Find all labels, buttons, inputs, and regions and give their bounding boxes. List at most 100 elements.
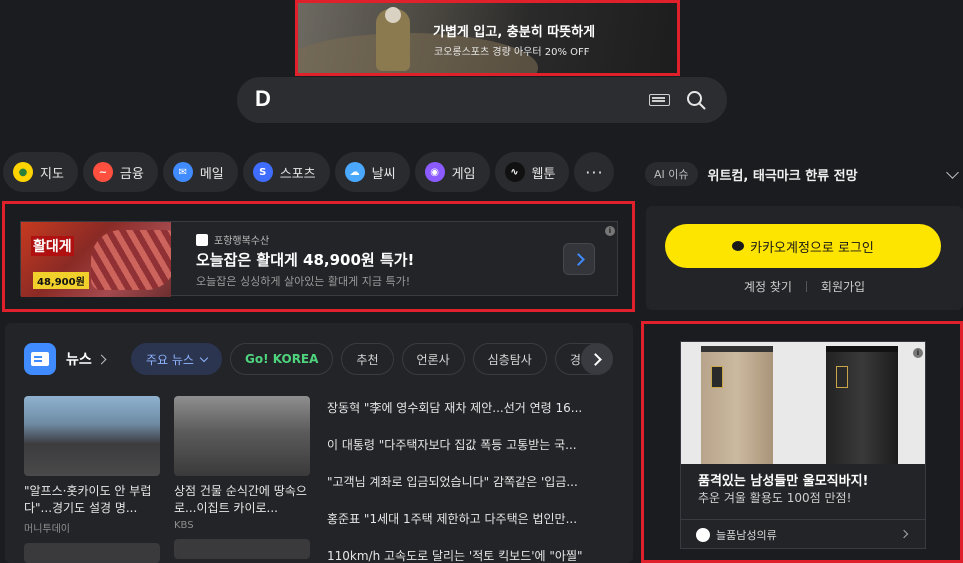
news-section: 뉴스 주요 뉴스 Go! KOREA 추천 언론사 심층탐사 경제 "알프스·홋… xyxy=(5,323,633,563)
chevron-down-icon[interactable] xyxy=(946,166,959,179)
news-headline[interactable]: 110km/h 고속도로 달리는 '적토 킥보드'에 "아찔" xyxy=(327,546,617,563)
ad-banner-content[interactable]: 활대게 48,900원 포항행복수산 오늘잡은 활대게 48,900원 특가! … xyxy=(20,221,618,297)
shortcut-webtoon[interactable]: ∿ 웹툰 xyxy=(494,152,570,192)
tab-label: 주요 뉴스 xyxy=(146,352,194,367)
news-icon xyxy=(24,343,56,375)
ai-issue-text[interactable]: 위트컴, 태극마크 한류 전망 xyxy=(708,165,858,184)
signup-link[interactable]: 회원가입 xyxy=(821,278,865,295)
ai-issue-badge: AI 이슈 xyxy=(645,162,698,186)
brand-logo-icon xyxy=(196,233,208,246)
ad-pants-image: i xyxy=(681,342,925,464)
news-headline[interactable]: "고객님 계좌로 입금되었습니다" 감쪽같은 '입금... xyxy=(327,472,617,509)
news-thumbnail xyxy=(174,396,310,476)
news-card-source: KBS xyxy=(174,520,194,531)
news-headline[interactable]: 이 대통령 "다주택자보다 집값 폭등 고통받는 국... xyxy=(327,435,617,472)
news-tabs-next-button[interactable] xyxy=(581,343,613,375)
news-headline[interactable]: 장동혁 "李에 영수회담 재차 제안...선거 연령 16... xyxy=(327,398,617,435)
tab-go-korea[interactable]: Go! KOREA xyxy=(229,343,334,375)
search-bar: D xyxy=(237,77,727,123)
shortcut-label: 메일 xyxy=(199,166,224,182)
tab-press[interactable]: 언론사 xyxy=(401,343,465,375)
ad-info-icon[interactable]: i xyxy=(605,226,615,236)
ad-side-subtitle: 추운 겨울 활용도 100점 만점! xyxy=(698,491,852,505)
shortcut-finance[interactable]: ~ 금융 xyxy=(82,152,158,192)
news-card[interactable]: "알프스·홋카이도 안 부럽다"...경기도 설경 명... 머니투데이 xyxy=(24,396,160,563)
tab-indepth[interactable]: 심층탐사 xyxy=(472,343,547,375)
kakao-login-label: 카카오계정으로 로그인 xyxy=(750,240,874,256)
news-thumbnail xyxy=(24,396,160,476)
price-tag-illustration xyxy=(711,366,723,388)
news-headline[interactable]: 홍준표 "1세대 1주택 제한하고 다주택은 법인만... xyxy=(327,509,617,546)
ad-side-title: 품격있는 남성들만 울모직바지! xyxy=(698,474,869,489)
find-account-link[interactable]: 계정 찾기 xyxy=(744,278,792,295)
ad-side-pants: i 품격있는 남성들만 울모직바지! 추운 겨울 활용도 100점 만점! 늘품… xyxy=(641,321,963,563)
ad-image-label: 활대게 xyxy=(31,236,74,256)
login-panel: 카카오계정으로 로그인 계정 찾기 회원가입 xyxy=(646,206,963,310)
more-shortcuts-button[interactable]: ··· xyxy=(574,152,615,192)
ad-title: 오늘잡은 활대게 48,900원 특가! xyxy=(196,251,415,269)
chevron-right-icon xyxy=(96,354,107,364)
shortcut-game[interactable]: ◉ 게임 xyxy=(414,152,490,192)
shortcut-weather[interactable]: ☁ 날씨 xyxy=(334,152,410,192)
ad-side-brand: 늘품남성의류 xyxy=(716,528,777,542)
chevron-right-icon xyxy=(899,529,909,539)
kakao-login-button[interactable]: 카카오계정으로 로그인 xyxy=(665,224,941,268)
news-tabs: 주요 뉴스 Go! KOREA 추천 언론사 심층탐사 경제 xyxy=(131,343,607,375)
top-banner-ad[interactable]: 가볍게 입고, 충분히 따뜻하게 코오롱스포츠 경량 아우터 20% OFF xyxy=(295,0,680,76)
ad-crab-image: 활대게 48,900원 xyxy=(21,222,171,297)
chevron-down-icon xyxy=(199,353,209,362)
shortcut-sports[interactable]: S 스포츠 xyxy=(242,152,330,192)
brand-logo-icon xyxy=(696,527,710,542)
divider xyxy=(805,281,807,292)
shortcut-mail[interactable]: ✉ 메일 xyxy=(162,152,238,192)
ad-subtitle: 오늘잡은 싱싱하게 살아있는 활대게 지금 특가! xyxy=(196,275,411,288)
tab-recommend[interactable]: 추천 xyxy=(341,343,394,375)
search-input[interactable] xyxy=(287,87,627,113)
news-label: 뉴스 xyxy=(66,352,92,368)
daum-logo[interactable]: D xyxy=(255,86,271,112)
login-links: 계정 찾기 회원가입 xyxy=(646,278,963,295)
news-thumbnail xyxy=(174,539,310,559)
ad-side-content[interactable]: i 품격있는 남성들만 울모직바지! 추운 겨울 활용도 100점 만점! 늘품… xyxy=(680,341,926,549)
game-icon: ◉ xyxy=(424,162,445,182)
finance-chart-icon: ~ xyxy=(92,162,113,182)
ad-go-button[interactable] xyxy=(563,243,595,275)
webtoon-icon: ∿ xyxy=(504,162,525,182)
weather-icon: ☁ xyxy=(344,162,365,182)
beige-pants-illustration xyxy=(701,346,773,464)
shortcut-label: 지도 xyxy=(40,166,64,182)
ad-banner-crab: 활대게 48,900원 포항행복수산 오늘잡은 활대게 48,900원 특가! … xyxy=(2,201,635,312)
news-thumbnail xyxy=(24,543,160,563)
black-pants-illustration xyxy=(826,346,898,464)
shortcut-label: 금융 xyxy=(119,166,144,182)
news-card-source: 머니투데이 xyxy=(24,524,70,535)
ad-side-brand-row[interactable]: 늘품남성의류 xyxy=(681,519,925,549)
category-shortcuts: ● 지도 ~ 금융 ✉ 메일 S 스포츠 ☁ 날씨 ◉ 게임 ∿ 웹툰 ··· xyxy=(3,152,615,194)
map-pin-icon: ● xyxy=(13,162,33,182)
banner-headline: 가볍게 입고, 충분히 따뜻하게 xyxy=(433,25,596,40)
search-icon[interactable] xyxy=(685,89,707,111)
ai-issue-ticker[interactable]: AI 이슈 위트컴, 태극마크 한류 전망 xyxy=(645,160,963,188)
news-cards: "알프스·홋카이도 안 부럽다"...경기도 설경 명... 머니투데이 상점 … xyxy=(24,396,310,563)
shortcut-map[interactable]: ● 지도 xyxy=(3,152,78,192)
banner-subline: 코오롱스포츠 경량 아우터 20% OFF xyxy=(434,47,590,58)
ad-brand-name: 포항행복수산 xyxy=(214,236,270,247)
mail-icon: ✉ xyxy=(172,162,193,182)
keyboard-icon[interactable] xyxy=(649,94,670,106)
ad-brand: 포항행복수산 xyxy=(196,232,269,247)
news-card[interactable]: 상점 건물 순식간에 땅속으로...이집트 카이로... KBS xyxy=(174,396,310,563)
ad-info-icon[interactable]: i xyxy=(913,348,923,358)
tab-main-news[interactable]: 주요 뉴스 xyxy=(131,343,222,375)
news-card-caption[interactable]: 상점 건물 순식간에 땅속으로...이집트 카이로... xyxy=(174,483,310,517)
news-header[interactable]: 뉴스 xyxy=(24,343,107,375)
crab-illustration xyxy=(91,230,171,290)
ad-image-price: 48,900원 xyxy=(33,272,89,289)
banner-person-image xyxy=(376,7,410,71)
shortcut-label: 웹툰 xyxy=(531,166,556,182)
price-tag-illustration xyxy=(836,366,848,388)
shortcut-label: 스포츠 xyxy=(279,166,316,182)
sports-icon: S xyxy=(252,162,273,182)
news-headline-list: 장동혁 "李에 영수회담 재차 제안...선거 연령 16... 이 대통령 "… xyxy=(327,398,617,563)
news-card-caption[interactable]: "알프스·홋카이도 안 부럽다"...경기도 설경 명... xyxy=(24,483,160,517)
shortcut-label: 날씨 xyxy=(371,166,396,182)
